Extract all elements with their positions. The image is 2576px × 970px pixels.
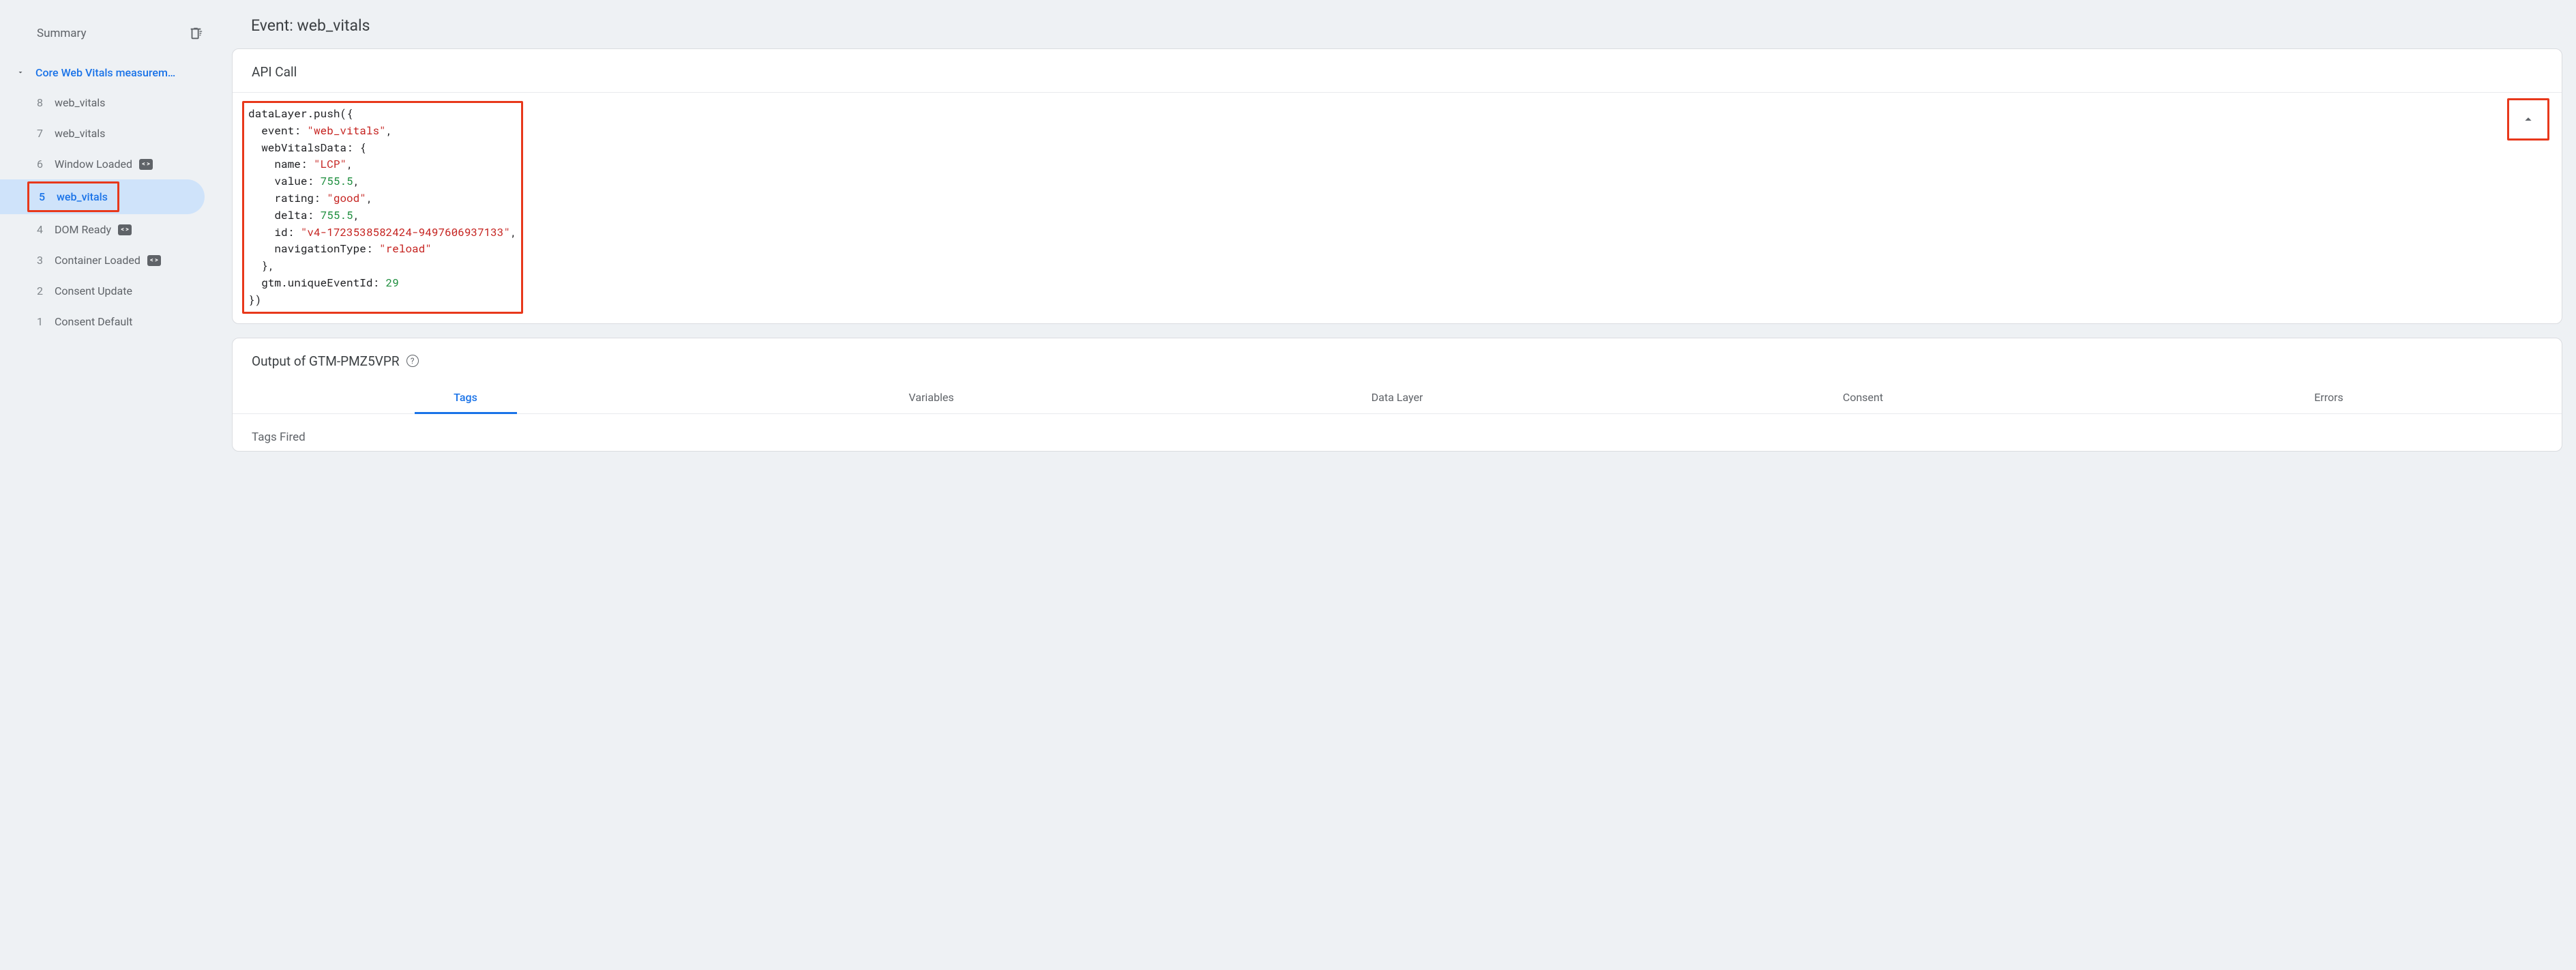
event-label: DOM Ready (55, 223, 111, 236)
event-title: Event: web_vitals (251, 16, 2562, 35)
event-number: 2 (37, 284, 55, 297)
api-call-code: dataLayer.push({ event: "web_vitals", we… (248, 106, 517, 309)
sidebar-event-7[interactable]: 7web_vitals (0, 118, 205, 149)
container-tree-header[interactable]: Core Web Vitals measurem… (0, 58, 218, 87)
sidebar-title: Summary (37, 27, 86, 40)
code-badge-icon: < > (118, 224, 132, 235)
event-number: 4 (37, 223, 55, 236)
container-name: Core Web Vitals measurem… (35, 66, 175, 79)
event-label: Consent Update (55, 284, 132, 297)
event-label: web_vitals (57, 190, 108, 203)
event-label: web_vitals (55, 96, 105, 109)
event-label: Consent Default (55, 315, 132, 328)
sidebar-event-6[interactable]: 6Window Loaded < > (0, 149, 205, 179)
code-badge-icon: < > (147, 255, 161, 266)
event-label: Container Loaded (55, 254, 140, 267)
tab-tags[interactable]: Tags (233, 381, 698, 413)
event-number: 7 (37, 127, 55, 140)
tags-fired-label: Tags Fired (233, 414, 2562, 451)
event-number: 6 (37, 158, 55, 171)
chevron-down-icon (16, 67, 26, 79)
sidebar-event-1[interactable]: 1Consent Default (0, 306, 205, 337)
summary-sidebar: Summary Core Web Vitals measurem… 8web_v… (0, 0, 218, 970)
api-call-highlight: dataLayer.push({ event: "web_vitals", we… (242, 101, 523, 314)
collapse-button[interactable] (2510, 101, 2547, 138)
chevron-up-icon (2521, 112, 2536, 127)
api-call-body: dataLayer.push({ event: "web_vitals", we… (233, 93, 2562, 323)
event-number: 8 (37, 96, 55, 109)
api-call-card: API Call dataLayer.push({ event: "web_vi… (232, 48, 2562, 324)
clear-all-icon[interactable] (188, 26, 203, 41)
tab-variables[interactable]: Variables (698, 381, 1164, 413)
api-call-header: API Call (233, 49, 2562, 93)
output-header-text: Output of GTM-PMZ5VPR (252, 353, 400, 369)
sidebar-event-3[interactable]: 3Container Loaded < > (0, 245, 205, 276)
event-label: web_vitals (55, 127, 105, 140)
sidebar-header: Summary (0, 20, 218, 58)
event-number: 3 (37, 254, 55, 267)
tab-errors[interactable]: Errors (2096, 381, 2562, 413)
sidebar-event-4[interactable]: 4DOM Ready < > (0, 214, 205, 245)
tab-consent[interactable]: Consent (1630, 381, 2096, 413)
main-panel: Event: web_vitals API Call dataLayer.pus… (218, 0, 2576, 970)
output-header: Output of GTM-PMZ5VPR ? (233, 338, 2562, 381)
event-number: 1 (37, 315, 55, 328)
selected-event-highlight: 5web_vitals (27, 181, 119, 212)
sidebar-event-5[interactable]: 5web_vitals (0, 179, 205, 214)
help-icon[interactable]: ? (406, 355, 419, 367)
event-number: 5 (39, 190, 57, 203)
event-list: 8web_vitals7web_vitals6Window Loaded< >5… (0, 87, 218, 337)
sidebar-event-8[interactable]: 8web_vitals (0, 87, 205, 118)
code-badge-icon: < > (139, 159, 153, 170)
event-label: Window Loaded (55, 158, 132, 171)
output-card: Output of GTM-PMZ5VPR ? TagsVariablesDat… (232, 338, 2562, 452)
sidebar-event-2[interactable]: 2Consent Update (0, 276, 205, 306)
output-tabs: TagsVariablesData LayerConsentErrors (233, 381, 2562, 414)
tab-data-layer[interactable]: Data Layer (1164, 381, 1630, 413)
